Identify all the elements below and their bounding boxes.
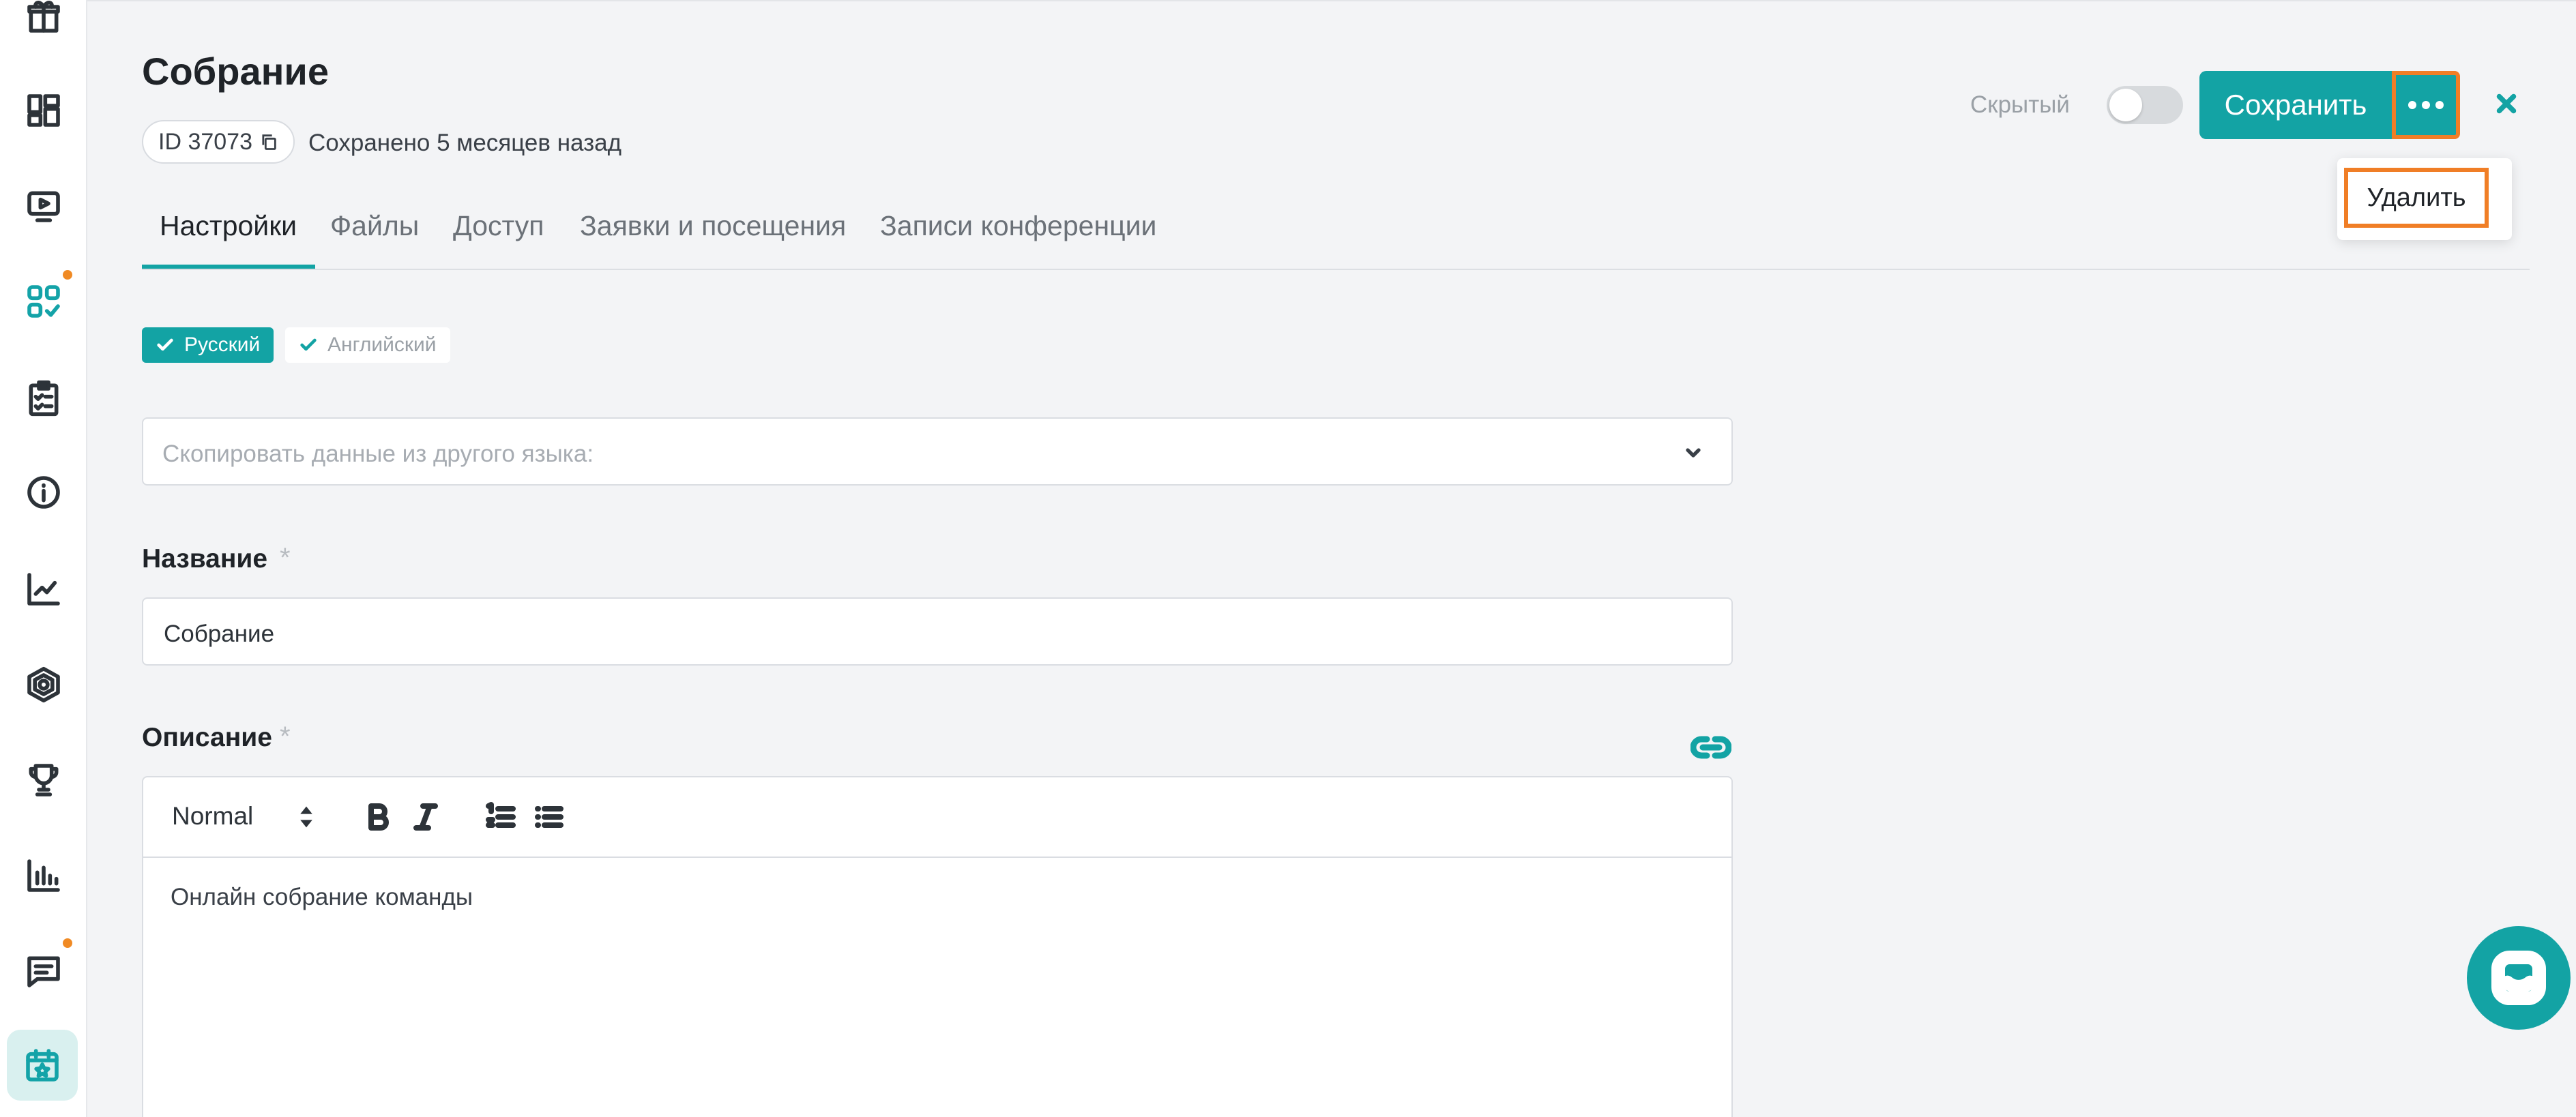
bullet-list-icon <box>535 806 564 828</box>
calendar-star-icon <box>26 1049 59 1082</box>
close-icon <box>2496 93 2517 114</box>
hidden-toggle[interactable] <box>2107 86 2183 124</box>
save-button[interactable]: Сохранить <box>2199 71 2392 139</box>
tab-settings[interactable]: Настройки <box>160 210 297 242</box>
chat-icon <box>27 956 60 987</box>
bold-button[interactable] <box>359 798 397 836</box>
close-button[interactable] <box>2490 87 2523 120</box>
gift-icon <box>27 1 60 33</box>
sidebar-item-apps[interactable] <box>16 274 71 329</box>
video-icon <box>27 191 60 222</box>
page-title: Собрание <box>142 50 329 93</box>
format-select[interactable]: Normal <box>172 802 253 831</box>
sidebar-item-gifts[interactable] <box>16 0 71 44</box>
link-icon <box>1690 736 1732 759</box>
editor-toolbar: Normal <box>143 777 1731 858</box>
tab-applications[interactable]: Заявки и посещения <box>580 210 846 242</box>
sidebar-item-dashboard[interactable] <box>16 83 71 138</box>
bold-icon <box>368 803 389 831</box>
sidebar-item-chat[interactable] <box>16 944 71 998</box>
clipboard-checklist-icon <box>29 380 59 417</box>
check-icon <box>300 338 317 351</box>
support-chat-button[interactable] <box>2467 926 2571 1030</box>
dot-icon <box>2435 101 2444 109</box>
description-label: Описание <box>142 723 272 752</box>
copy-icon[interactable] <box>259 132 278 151</box>
notification-dot <box>63 938 72 948</box>
sidebar <box>0 0 87 1117</box>
more-options-button[interactable] <box>2392 71 2460 139</box>
language-label: Русский <box>184 333 261 356</box>
saved-status: Сохранено 5 месяцев назад <box>308 130 622 156</box>
apps-check-icon <box>27 285 60 318</box>
name-input[interactable]: Собрание <box>142 597 1733 666</box>
sidebar-item-analytics[interactable] <box>16 562 71 616</box>
info-icon <box>27 476 60 509</box>
dot-icon <box>2408 101 2416 109</box>
more-options-menu: Удалить <box>2337 158 2512 240</box>
copy-language-select[interactable]: Скопировать данные из другого языка: <box>142 417 1733 486</box>
dashboard-icon <box>27 94 60 127</box>
name-label: Название <box>142 544 268 574</box>
sidebar-item-tasks[interactable] <box>16 371 71 426</box>
sidebar-item-hexagon[interactable] <box>16 657 71 712</box>
tab-access[interactable]: Доступ <box>453 210 544 242</box>
sidebar-item-reports[interactable] <box>16 848 71 903</box>
sidebar-item-events[interactable] <box>7 1030 78 1101</box>
updown-arrows-icon <box>300 806 312 828</box>
required-mark: * <box>280 543 291 573</box>
sidebar-item-video[interactable] <box>16 179 71 233</box>
bar-chart-icon <box>27 859 60 892</box>
italic-button[interactable] <box>407 798 445 836</box>
bullet-list-button[interactable] <box>529 798 568 836</box>
tabs-divider <box>142 269 2530 270</box>
language-label: Английский <box>327 333 437 356</box>
hexagon-icon <box>27 666 60 703</box>
required-mark: * <box>280 721 291 751</box>
hidden-label: Скрытый <box>1970 91 2070 118</box>
menu-item-delete[interactable]: Удалить <box>2344 168 2489 228</box>
sidebar-item-achievements[interactable] <box>16 753 71 807</box>
description-editor: Normal Онлайн собрание команды <box>142 776 1733 1117</box>
format-select-arrows[interactable] <box>299 805 314 829</box>
notification-dot <box>63 270 72 280</box>
tab-files[interactable]: Файлы <box>330 210 419 242</box>
copy-language-placeholder: Скопировать данные из другого языка: <box>162 441 594 467</box>
sidebar-item-info[interactable] <box>16 465 71 520</box>
ordered-list-button[interactable] <box>482 798 520 836</box>
id-badge[interactable]: ID 37073 <box>142 120 295 164</box>
link-button[interactable] <box>1690 731 1732 764</box>
chevron-down-icon <box>1686 448 1701 458</box>
editor-content[interactable]: Онлайн собрание команды <box>171 884 473 911</box>
italic-icon <box>413 803 438 831</box>
tab-conference-records[interactable]: Записи конференции <box>880 210 1156 242</box>
top-divider <box>87 0 2576 1</box>
dot-icon <box>2422 101 2430 109</box>
language-chip-english[interactable]: Английский <box>285 327 450 363</box>
check-icon <box>157 338 173 351</box>
chat-bubble-icon <box>2491 951 2546 1005</box>
language-chip-russian[interactable]: Русский <box>142 327 274 363</box>
ordered-list-icon <box>486 802 516 828</box>
analytics-trend-icon <box>27 573 60 606</box>
toggle-knob <box>2109 89 2142 121</box>
trophy-icon <box>29 764 59 796</box>
id-label: ID 37073 <box>158 128 252 155</box>
